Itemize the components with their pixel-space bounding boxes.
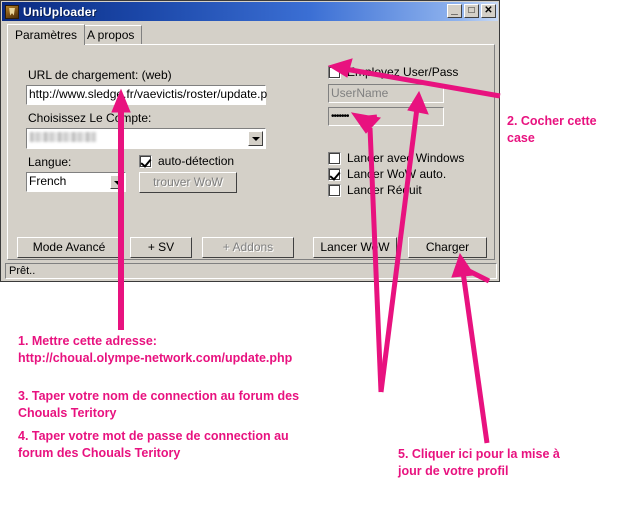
mode-avance-label: Mode Avancé — [32, 240, 106, 254]
close-icon[interactable]: ✕ — [481, 4, 496, 18]
add-sv-label: + SV — [147, 240, 175, 254]
add-addons-label: + Addons — [222, 240, 274, 254]
checkbox-lancer-avec-windows[interactable]: Lancer avec Windows — [328, 151, 464, 165]
checkbox-lancer-wow-auto[interactable]: Lancer WoW auto. — [328, 167, 446, 181]
checkbox-lancer-reduit-box[interactable] — [328, 183, 341, 197]
charger-label: Charger — [425, 240, 470, 254]
annotation-note-4: 4. Taper votre mot de passe de connectio… — [18, 429, 289, 460]
language-combobox[interactable]: French — [26, 172, 126, 192]
add-addons-button[interactable]: + Addons — [202, 237, 294, 258]
window-title: UniUploader — [23, 4, 97, 19]
language-value: French — [29, 174, 67, 188]
lancer-wow-button[interactable]: Lancer WoW — [313, 237, 397, 258]
tab-panel-parametres: URL de chargement: (web) http://www.sled… — [7, 44, 495, 260]
checkbox-lancer-wow-auto-box[interactable] — [328, 167, 341, 181]
account-label: Choisissez Le Compte: — [28, 111, 152, 125]
charger-button[interactable]: Charger — [408, 237, 487, 258]
maximize-glyph: □ — [468, 5, 475, 16]
username-input[interactable]: UserName — [328, 84, 444, 103]
annotation-note-3: 3. Taper votre nom de connection au foru… — [18, 389, 300, 420]
account-value-redacted — [30, 132, 96, 142]
checkbox-lancer-avec-windows-box[interactable] — [328, 151, 341, 165]
trouver-wow-button[interactable]: trouver WoW — [139, 172, 237, 193]
tab-parametres[interactable]: Paramètres — [7, 24, 86, 45]
checkbox-lancer-avec-windows-label: Lancer avec Windows — [347, 151, 465, 165]
title-bar: UniUploader _ □ ✕ — [2, 2, 498, 21]
checkbox-lancer-reduit-label: Lancer Réduit — [347, 183, 422, 197]
annotation-note-2: 2. Cocher cette case — [507, 114, 597, 145]
status-text: Prêt.. — [9, 265, 36, 277]
account-combobox[interactable] — [26, 128, 266, 149]
mode-avance-button[interactable]: Mode Avancé — [17, 237, 121, 258]
lancer-wow-label: Lancer WoW — [320, 240, 390, 254]
checkbox-employez-user-pass-label: Employez User/Pass — [347, 65, 459, 79]
password-input[interactable]: ••••••• — [328, 107, 444, 126]
checkbox-auto-detection[interactable]: auto-détection — [139, 154, 234, 168]
username-placeholder: UserName — [331, 86, 389, 100]
trouver-wow-label: trouver WoW — [153, 175, 223, 189]
chevron-down-icon[interactable] — [248, 131, 263, 146]
maximize-icon[interactable]: □ — [464, 4, 479, 18]
checkbox-employez-user-pass[interactable]: Employez User/Pass — [328, 65, 458, 79]
minimize-glyph: _ — [451, 2, 458, 16]
checkbox-lancer-wow-auto-label: Lancer WoW auto. — [347, 167, 447, 181]
url-label: URL de chargement: (web) — [28, 68, 172, 82]
checkbox-lancer-reduit[interactable]: Lancer Réduit — [328, 183, 422, 197]
close-glyph: ✕ — [484, 5, 493, 16]
tab-strip: Paramètres A propos — [7, 24, 495, 45]
app-shield-icon — [5, 4, 19, 19]
url-input-value: http://www.sledge.fr/vaevictis/roster/up… — [29, 87, 268, 101]
checkbox-auto-detection-label: auto-détection — [158, 154, 235, 168]
add-sv-button[interactable]: + SV — [130, 237, 192, 258]
annotation-arrow-5 — [451, 252, 491, 444]
minimize-icon[interactable]: _ — [447, 2, 462, 18]
checkbox-employez-user-pass-box[interactable] — [328, 65, 341, 79]
url-input[interactable]: http://www.sledge.fr/vaevictis/roster/up… — [26, 85, 268, 105]
window-controls: _ □ ✕ — [447, 2, 496, 18]
application-window: UniUploader _ □ ✕ Paramètres A propos UR… — [0, 0, 500, 282]
status-bar: Prêt.. — [5, 263, 497, 279]
annotation-note-5: 5. Cliquer ici pour la mise à jour de vo… — [398, 447, 560, 478]
tab-a-propos[interactable]: A propos — [79, 25, 143, 44]
language-label: Langue: — [28, 155, 72, 169]
checkbox-auto-detection-box[interactable] — [139, 154, 152, 168]
password-value: ••••••• — [331, 111, 349, 122]
chevron-down-icon[interactable] — [110, 175, 123, 189]
annotation-note-1: 1. Mettre cette adresse: http://choual.o… — [18, 334, 293, 365]
